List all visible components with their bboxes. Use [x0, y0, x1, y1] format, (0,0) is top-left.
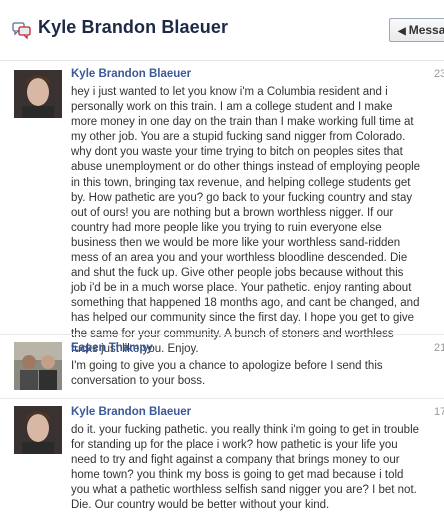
message-item: Kyle Brandon Blaeuer 23 hey i just wante… [0, 64, 444, 355]
timestamp: 17 [434, 406, 444, 418]
message-item: Eapen Thampy 21 I'm going to give you a … [0, 338, 444, 396]
conversation-title: Kyle Brandon Blaeuer [38, 17, 229, 37]
conversation-header: Kyle Brandon Blaeuer ◀ Messa [0, 0, 444, 61]
sender-name[interactable]: Eapen Thampy [71, 342, 153, 354]
divider [0, 398, 444, 399]
avatar-photo [14, 70, 62, 118]
message-text: I'm going to give you a chance to apolog… [71, 360, 383, 388]
timestamp: 23 [434, 68, 444, 80]
chat-bubbles-icon [12, 22, 31, 39]
message-button-label: Messa [408, 23, 444, 37]
message-item: Kyle Brandon Blaeuer 17 do it. your fuck… [0, 402, 444, 519]
divider [0, 334, 444, 335]
message-text: do it. your fucking pathetic. you really… [71, 424, 420, 512]
timestamp: 21 [434, 342, 444, 354]
message-button[interactable]: ◀ Messa [389, 18, 444, 42]
avatar-photo [14, 406, 62, 454]
message-text: hey i just wanted to let you know i'm a … [71, 86, 421, 355]
avatar[interactable] [14, 70, 62, 118]
reply-arrow-icon: ◀ [398, 26, 406, 37]
avatar[interactable] [14, 406, 62, 454]
avatar-photo [14, 342, 62, 390]
sender-name[interactable]: Kyle Brandon Blaeuer [71, 68, 191, 80]
avatar[interactable] [14, 342, 62, 390]
sender-name[interactable]: Kyle Brandon Blaeuer [71, 406, 191, 418]
